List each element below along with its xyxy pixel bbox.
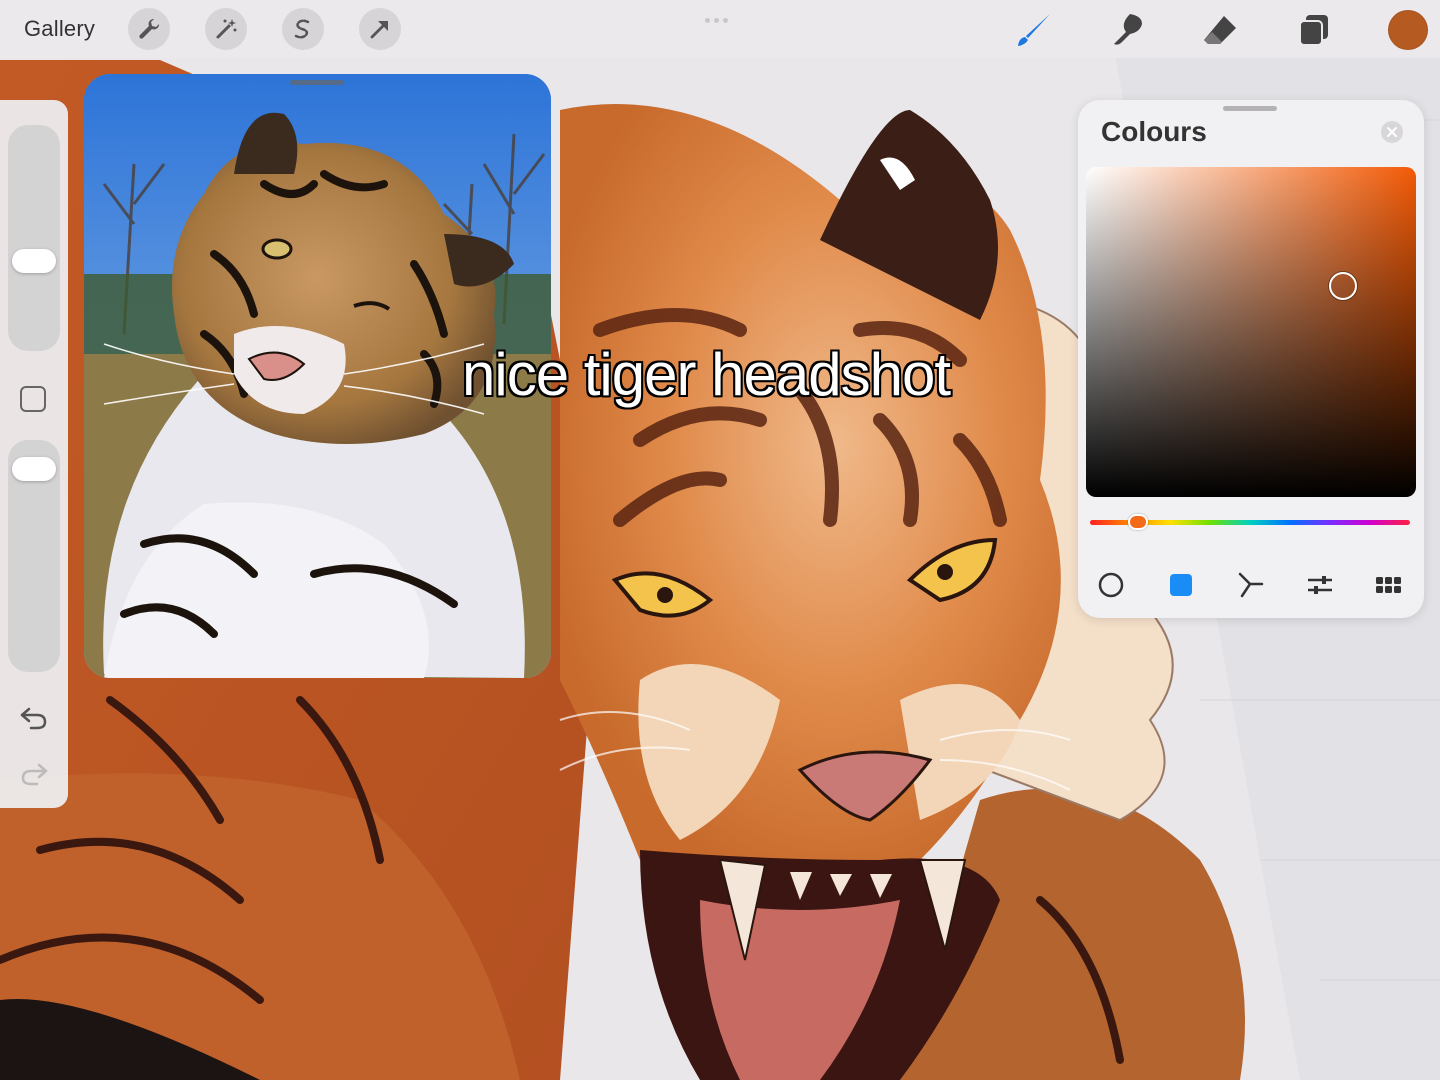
- adjustments-button[interactable]: [205, 8, 247, 50]
- transform-button[interactable]: [359, 8, 401, 50]
- disc-icon: [1098, 572, 1124, 598]
- colour-picker-square[interactable]: [1086, 167, 1416, 497]
- layers-icon: [1299, 15, 1328, 46]
- mode-classic-button[interactable]: [1164, 570, 1198, 600]
- brush-size-slider[interactable]: [8, 125, 60, 351]
- wrench-icon: [139, 18, 160, 39]
- brush-tool-button[interactable]: [1014, 10, 1054, 50]
- undo-button[interactable]: [18, 704, 50, 732]
- top-toolbar: Gallery: [0, 0, 1440, 58]
- colours-panel-close-button[interactable]: [1381, 121, 1403, 143]
- brush-size-thumb[interactable]: [12, 248, 56, 273]
- caption-text: nice tiger headshot: [462, 341, 951, 408]
- opacity-thumb[interactable]: [12, 456, 56, 481]
- transform-arrow-icon: [370, 21, 388, 39]
- colours-panel: Colours: [1078, 100, 1424, 618]
- layers-button[interactable]: [1294, 10, 1334, 50]
- mode-harmony-button[interactable]: [1234, 570, 1268, 600]
- mode-palettes-button[interactable]: [1372, 570, 1406, 600]
- gallery-button[interactable]: Gallery: [24, 16, 95, 42]
- magic-wand-icon: [216, 19, 237, 39]
- harmony-icon: [1238, 572, 1264, 598]
- colours-panel-handle[interactable]: [1223, 106, 1277, 111]
- selection-button[interactable]: [282, 8, 324, 50]
- current-colour-swatch[interactable]: [1388, 10, 1428, 50]
- reference-window-handle[interactable]: [290, 80, 344, 85]
- hue-slider-thumb[interactable]: [1128, 514, 1148, 530]
- mode-disc-button[interactable]: [1094, 570, 1128, 600]
- redo-button[interactable]: [18, 760, 50, 788]
- colours-panel-title: Colours: [1101, 116, 1207, 147]
- classic-square-icon: [1170, 574, 1192, 596]
- palettes-grid-icon: [1376, 577, 1401, 593]
- colour-picker-thumb[interactable]: [1329, 272, 1357, 300]
- close-icon: [1387, 127, 1397, 137]
- smudge-icon: [1114, 14, 1142, 45]
- smudge-tool-button[interactable]: [1108, 10, 1148, 50]
- selection-s-icon: [294, 19, 310, 39]
- modify-button[interactable]: [20, 386, 46, 412]
- eraser-icon: [1204, 16, 1236, 44]
- left-sidebar: [0, 100, 68, 808]
- value-sliders-icon: [1308, 576, 1332, 594]
- brush-icon: [1018, 14, 1050, 46]
- redo-arrow-icon: [21, 763, 48, 786]
- undo-arrow-icon: [20, 707, 47, 730]
- multitasking-dots[interactable]: [705, 10, 735, 23]
- mode-value-button[interactable]: [1303, 570, 1337, 600]
- eraser-tool-button[interactable]: [1200, 10, 1240, 50]
- actions-button[interactable]: [128, 8, 170, 50]
